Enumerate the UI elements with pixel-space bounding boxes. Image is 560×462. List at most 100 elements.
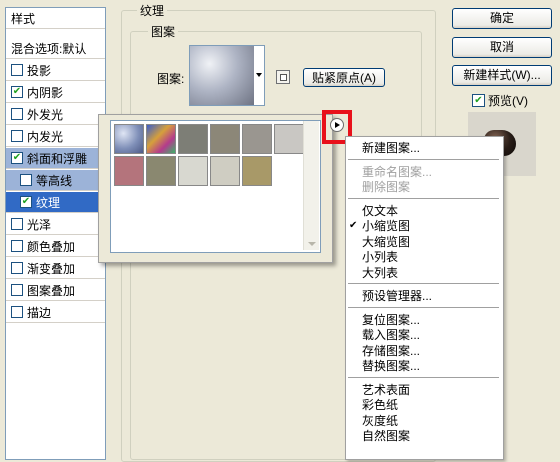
style-item[interactable]: 图案叠加 (6, 280, 105, 301)
style-checkbox[interactable] (11, 240, 23, 252)
style-checkbox[interactable] (11, 306, 23, 318)
cancel-button[interactable]: 取消 (452, 37, 552, 58)
style-item[interactable]: 投影 (6, 60, 105, 81)
menu-separator (348, 376, 499, 378)
menu-separator (348, 197, 499, 199)
menu-item-label: 大缩览图 (362, 234, 411, 249)
new-style-button[interactable]: 新建样式(W)... (452, 65, 552, 86)
menu-item-label: 自然图案 (362, 429, 411, 443)
style-checkbox[interactable] (11, 64, 23, 76)
menu-separator (348, 306, 499, 308)
style-item-label: 等高线 (36, 173, 73, 188)
style-checkbox[interactable]: ✔ (20, 196, 32, 208)
pattern-label: 图案: (157, 72, 185, 86)
menu-item-label: 删除图案 (362, 180, 411, 194)
menu-item[interactable]: 艺术表面 (346, 382, 501, 398)
style-checkbox[interactable]: ✔ (11, 86, 23, 98)
blend-options-item[interactable]: 混合选项:默认 (6, 38, 105, 59)
checkmark-icon: ✔ (349, 220, 358, 231)
preview-label: 预览(V) (488, 94, 528, 108)
menu-item[interactable]: 仅文本 (346, 203, 501, 219)
snap-origin-button[interactable]: 贴紧原点(A) (303, 68, 385, 87)
style-item[interactable]: 等高线 (6, 170, 105, 191)
menu-item[interactable]: 新建图案... (346, 140, 501, 156)
pattern-grid-scrollbar[interactable] (303, 121, 319, 250)
ok-button[interactable]: 确定 (452, 8, 552, 29)
menu-item[interactable]: ✔ 小缩览图 (346, 218, 501, 234)
menu-item[interactable]: 载入图案... (346, 327, 501, 343)
style-item[interactable]: 光泽 (6, 214, 105, 235)
menu-item-label: 大列表 (362, 265, 399, 280)
menu-item-label: 艺术表面 (362, 382, 411, 397)
menu-item[interactable]: 存储图案... (346, 343, 501, 359)
pattern-swatch[interactable] (114, 156, 144, 186)
style-item-label: 外发光 (27, 107, 64, 122)
style-item[interactable]: 外发光 (6, 104, 105, 125)
style-item-label: 颜色叠加 (27, 239, 76, 254)
menu-item[interactable]: 自然图案 (346, 428, 501, 444)
menu-item[interactable]: 灰度纸 (346, 413, 501, 429)
pattern-swatch[interactable] (178, 124, 208, 154)
style-item[interactable]: ✔ 纹理 (6, 192, 105, 213)
pattern-swatch[interactable] (242, 156, 272, 186)
style-item[interactable]: 渐变叠加 (6, 258, 105, 279)
menu-item-label: 小列表 (362, 250, 399, 264)
menu-item[interactable]: 大列表 (346, 265, 501, 281)
menu-item-label: 彩色纸 (362, 398, 399, 412)
style-checkbox[interactable] (11, 284, 23, 296)
style-checkbox[interactable] (20, 174, 32, 186)
style-checkbox[interactable] (11, 108, 23, 120)
menu-item[interactable]: 小列表 (346, 249, 501, 265)
style-item-label: 图案叠加 (27, 283, 76, 298)
style-checkbox[interactable] (11, 130, 23, 142)
style-item-label: 内阴影 (27, 85, 64, 100)
menu-item[interactable]: 复位图案... (346, 312, 501, 328)
menu-item-label: 预设管理器... (362, 289, 433, 303)
style-checkbox[interactable] (11, 262, 23, 274)
style-checkbox[interactable] (11, 218, 23, 230)
styles-header[interactable]: 样式 (6, 8, 105, 29)
menu-item[interactable]: 大缩览图 (346, 234, 501, 250)
pattern-swatch[interactable] (178, 156, 208, 186)
style-item-label: 描边 (27, 305, 52, 320)
menu-item[interactable]: 预设管理器... (346, 288, 501, 304)
menu-item-label: 存储图案... (362, 343, 421, 358)
pattern-swatch[interactable] (274, 124, 304, 154)
style-item[interactable]: ✔ 斜面和浮雕 (6, 148, 105, 169)
style-item[interactable]: 颜色叠加 (6, 236, 105, 257)
pattern-swatch[interactable] (114, 124, 144, 154)
styles-header-label: 样式 (11, 11, 36, 26)
menu-separator (348, 283, 499, 284)
texture-group-title: 纹理 (137, 2, 168, 19)
pattern-grid (110, 120, 321, 253)
preview-checkbox[interactable]: ✔ (472, 94, 485, 107)
style-item-label: 投影 (27, 63, 52, 78)
style-item-label: 纹理 (36, 195, 61, 210)
picker-menu-button[interactable] (330, 118, 344, 132)
scroll-down-icon[interactable] (308, 242, 316, 246)
pattern-group-title: 图案 (148, 23, 179, 40)
pattern-swatch[interactable] (242, 124, 272, 154)
chevron-down-icon (256, 73, 262, 77)
pattern-swatch[interactable] (146, 124, 176, 154)
pattern-swatch[interactable] (146, 156, 176, 186)
style-item[interactable]: 描边 (6, 302, 105, 323)
menu-item[interactable]: 替换图案... (346, 358, 501, 374)
styles-list: 样式 混合选项:默认 投影 ✔ 内阴影外发光内发光 ✔ 斜面和浮雕等高线 ✔ 纹理光泽颜色叠… (5, 7, 106, 460)
style-item[interactable]: 内发光 (6, 126, 105, 147)
current-pattern-preview[interactable] (189, 45, 256, 106)
pattern-swatch[interactable] (210, 124, 240, 154)
arrow-right-icon (335, 122, 340, 128)
style-checkbox[interactable]: ✔ (11, 152, 23, 164)
preview-checkbox-row[interactable]: ✔ 预览(V) (472, 92, 528, 109)
pattern-dropdown-arrow[interactable] (254, 45, 265, 106)
pattern-swatch[interactable] (210, 156, 240, 186)
menu-item[interactable]: 彩色纸 (346, 397, 501, 413)
style-item[interactable]: ✔ 内阴影 (6, 82, 105, 103)
menu-item-label: 重命名图案... (362, 164, 433, 179)
menu-item-label: 替换图案... (362, 359, 421, 373)
style-item-label: 斜面和浮雕 (27, 151, 88, 166)
pattern-context-menu: 新建图案... 重命名图案... 删除图案仅文本 ✔ 小缩览图 大缩览图 小列表 大列表预设管… (345, 136, 504, 460)
new-preset-icon[interactable] (276, 70, 290, 84)
menu-separator (348, 158, 499, 160)
